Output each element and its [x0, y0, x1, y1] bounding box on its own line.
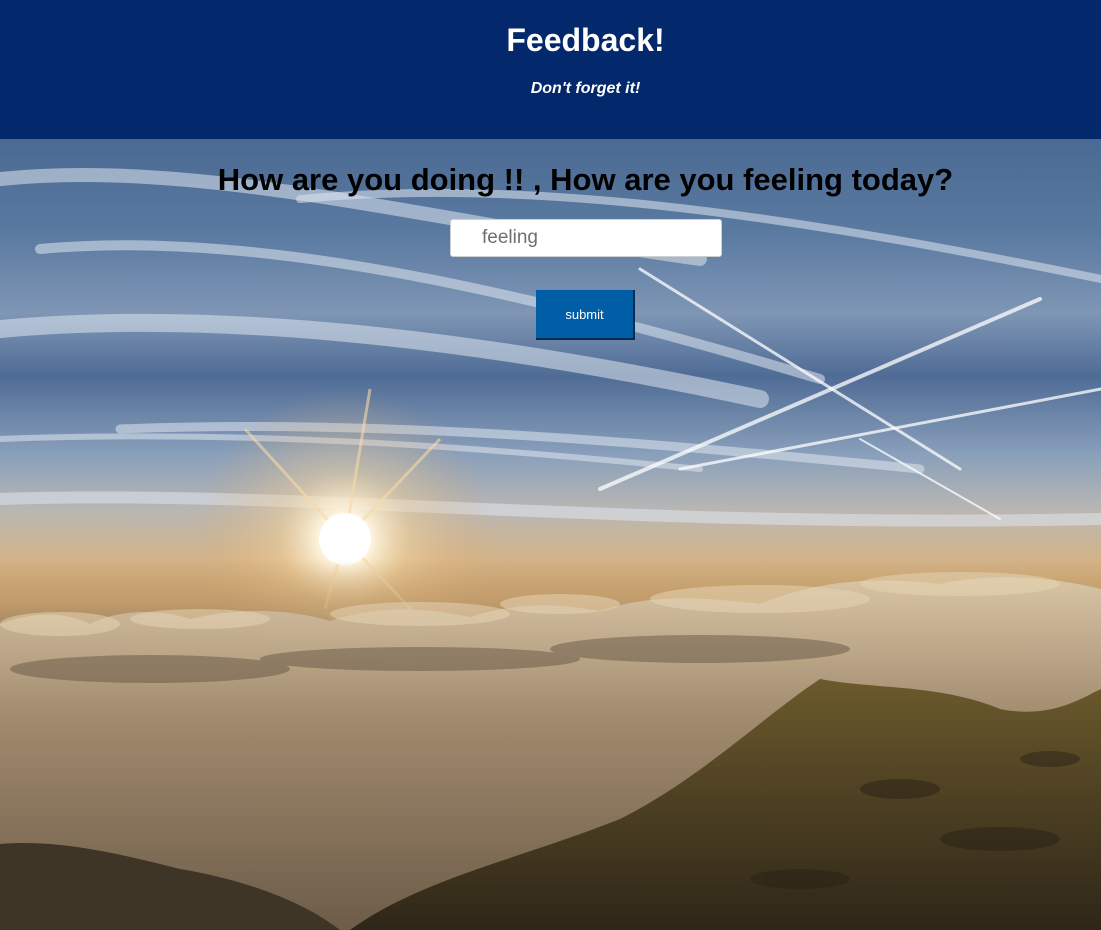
background-landscape-image: [0, 139, 1101, 930]
header-banner: Feedback! Don't forget it!: [0, 0, 1101, 139]
page: Feedback! Don't forget it! How are you d…: [0, 0, 1101, 930]
landscape-illustration: [0, 168, 1101, 930]
page-title: Feedback!: [506, 22, 665, 58]
page-subtitle: Don't forget it!: [530, 80, 641, 97]
submit-button[interactable]: submit: [536, 290, 635, 340]
feeling-input[interactable]: [450, 219, 722, 257]
feeling-question: How are you doing !! , How are you feeli…: [217, 162, 954, 197]
